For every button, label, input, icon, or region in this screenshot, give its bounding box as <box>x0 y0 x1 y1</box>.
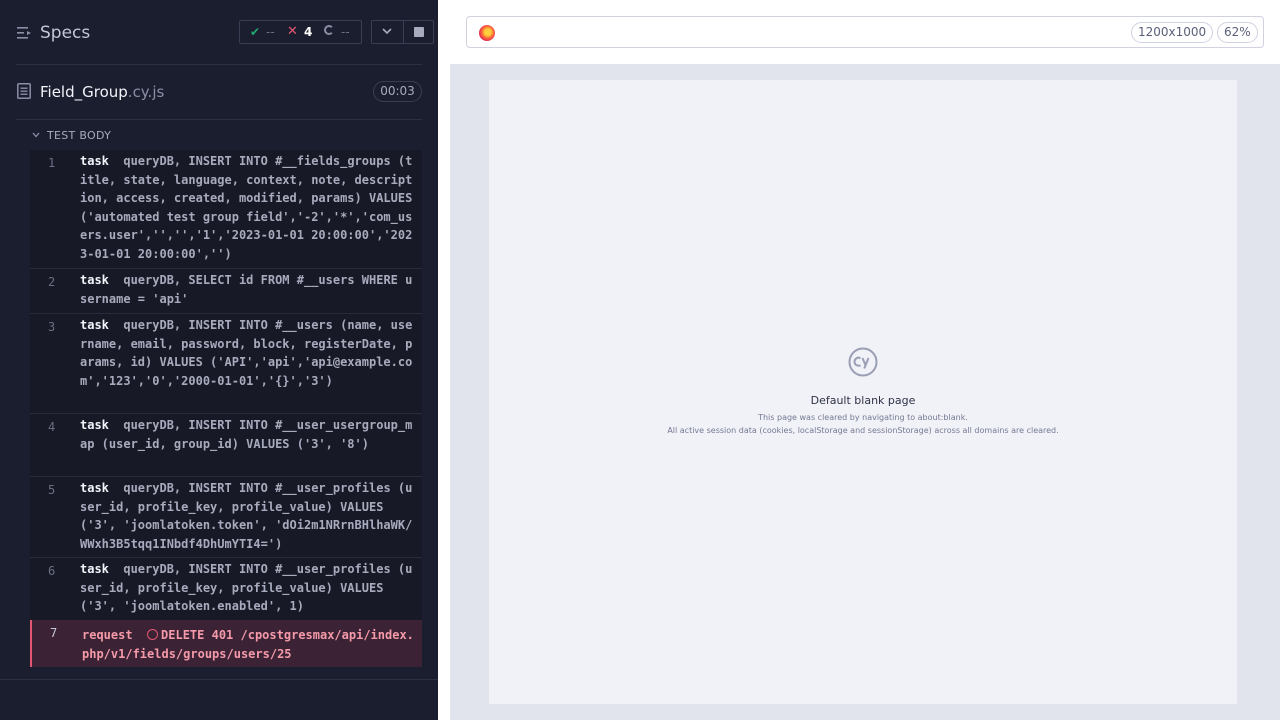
passed-count: -- <box>266 25 275 39</box>
firefox-icon[interactable] <box>479 25 495 41</box>
pending-count: -- <box>341 25 350 39</box>
aut-header: 1200x1000 62% <box>450 0 1280 64</box>
command-row[interactable]: 3 task queryDB, INSERT INTO #__users (na… <box>30 314 422 413</box>
command-message: queryDB, INSERT INTO #__user_profiles (u… <box>80 481 413 551</box>
zoom-badge: 62% <box>1217 22 1258 43</box>
command-keyword: request <box>82 628 133 642</box>
command-row[interactable]: 5 task queryDB, INSERT INTO #__user_prof… <box>30 477 422 557</box>
pending-icon <box>324 25 334 35</box>
spec-file-basename: Field_Group <box>40 83 128 101</box>
chevron-down-icon <box>382 28 392 35</box>
command-message: queryDB, INSERT INTO #__user_profiles (u… <box>80 562 413 614</box>
check-icon: ✔ <box>250 25 261 39</box>
panel-gap <box>438 64 450 720</box>
command-message: queryDB, INSERT INTO #__user_usergroup_m… <box>80 418 413 451</box>
command-row[interactable]: 1 task queryDB, INSERT INTO #__fields_gr… <box>30 150 422 268</box>
command-text: task queryDB, INSERT INTO #__users (name… <box>80 316 418 390</box>
cypress-logo-icon <box>848 347 878 377</box>
spec-file-name[interactable]: Field_Group.cy.js <box>40 83 164 101</box>
command-row[interactable]: 2 task queryDB, SELECT id FROM #__users … <box>30 269 422 313</box>
viewport-size-badge[interactable]: 1200x1000 <box>1131 22 1214 43</box>
specs-link[interactable]: Specs <box>40 23 90 43</box>
command-message: queryDB, SELECT id FROM #__users WHERE u… <box>80 273 413 306</box>
aut-iframe[interactable]: Default blank page This page was cleared… <box>489 80 1237 704</box>
stop-button[interactable] <box>404 21 434 43</box>
test-body-toggle[interactable]: TEST BODY <box>30 128 230 144</box>
command-keyword: task <box>80 273 109 287</box>
command-number: 1 <box>48 156 56 170</box>
test-stats: ✔ -- ✕ 4 -- <box>239 20 362 44</box>
command-number: 4 <box>48 420 56 434</box>
duration-badge: 00:03 <box>373 81 422 102</box>
failed-command-row[interactable]: 7 request DELETE 401 /cpostgresmax/api/i… <box>30 620 422 667</box>
test-body-label: TEST BODY <box>47 129 112 142</box>
command-text: task queryDB, SELECT id FROM #__users WH… <box>80 271 418 308</box>
command-number: 7 <box>50 626 58 640</box>
app-under-test-panel: 1200x1000 62% Default blank page This pa… <box>450 0 1280 720</box>
command-text: task queryDB, INSERT INTO #__fields_grou… <box>80 152 418 264</box>
spec-file-row: Field_Group.cy.js 00:03 <box>0 76 438 108</box>
command-number: 3 <box>48 320 56 334</box>
command-text: task queryDB, INSERT INTO #__user_profil… <box>80 560 418 616</box>
command-keyword: task <box>80 562 109 576</box>
command-message: queryDB, INSERT INTO #__users (name, use… <box>80 318 413 388</box>
command-number: 5 <box>48 483 56 497</box>
command-log: 1 task queryDB, INSERT INTO #__fields_gr… <box>30 150 422 667</box>
reporter-header: Specs ✔ -- ✕ 4 -- <box>0 0 438 64</box>
command-keyword: task <box>80 418 109 432</box>
command-keyword: task <box>80 481 109 495</box>
command-number: 6 <box>48 564 56 578</box>
command-text: request DELETE 401 /cpostgresmax/api/ind… <box>82 626 420 663</box>
command-text: task queryDB, INSERT INTO #__user_profil… <box>80 479 418 553</box>
error-circle-icon <box>147 629 159 640</box>
command-message: queryDB, INSERT INTO #__fields_groups (t… <box>80 154 420 261</box>
command-keyword: task <box>80 154 109 168</box>
chevron-down-icon <box>32 132 40 138</box>
url-bar[interactable]: 1200x1000 62% <box>466 16 1264 48</box>
command-keyword: task <box>80 318 109 332</box>
command-text: task queryDB, INSERT INTO #__user_usergr… <box>80 416 418 453</box>
header-divider <box>16 64 422 65</box>
file-divider <box>16 119 422 120</box>
x-icon: ✕ <box>287 24 298 39</box>
command-row[interactable]: 4 task queryDB, INSERT INTO #__user_user… <box>30 414 422 476</box>
stop-icon <box>414 27 424 37</box>
reporter-bottom-divider <box>0 679 438 680</box>
specs-list-icon[interactable] <box>17 26 32 40</box>
document-icon <box>17 83 31 99</box>
command-number: 2 <box>48 275 56 289</box>
command-row[interactable]: 6 task queryDB, INSERT INTO #__user_prof… <box>30 558 422 620</box>
toggle-auto-scroll-button[interactable] <box>372 21 403 43</box>
spec-file-extension: .cy.js <box>127 83 165 101</box>
blank-page-title: Default blank page <box>810 394 916 407</box>
blank-page-message: This page was cleared by navigating to a… <box>758 413 968 422</box>
failed-count: 4 <box>304 25 313 39</box>
blank-page-session-message: All active session data (cookies, localS… <box>667 426 1059 435</box>
run-controls <box>371 20 434 44</box>
reporter-panel: Specs ✔ -- ✕ 4 -- Field_Group.cy.js 00:0… <box>0 0 438 720</box>
